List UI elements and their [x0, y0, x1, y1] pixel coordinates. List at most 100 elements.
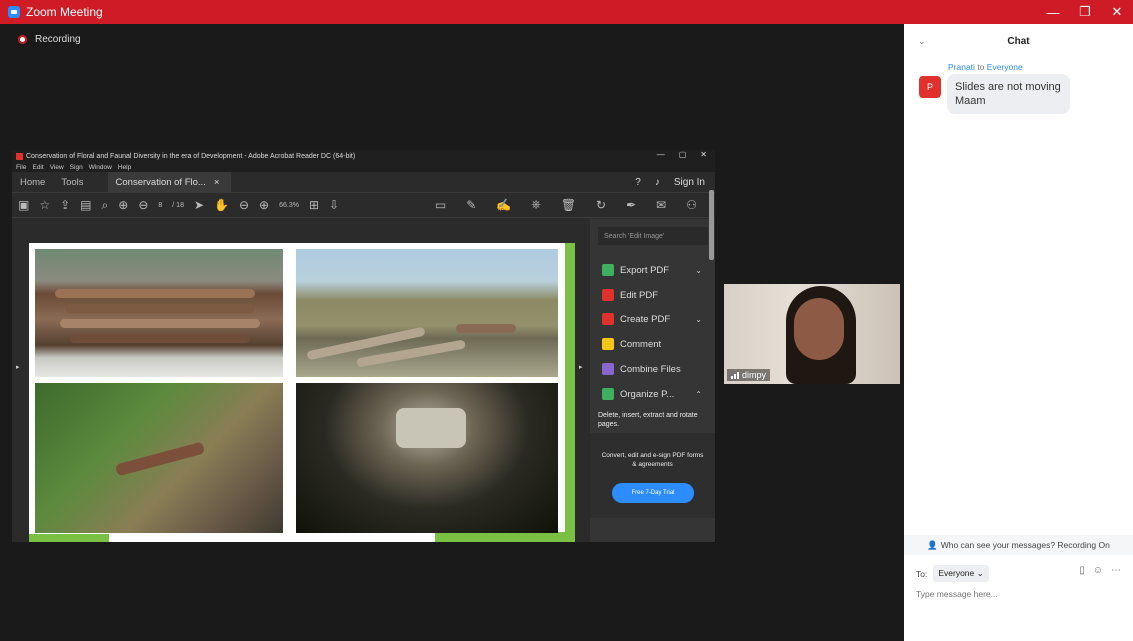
export-pdf-icon — [602, 264, 614, 276]
recipient-name: Everyone — [986, 62, 1023, 72]
plank — [55, 289, 255, 298]
tools-search-input[interactable]: Search 'Edit Image' — [598, 227, 708, 245]
hand-tool-icon[interactable]: ✋ — [214, 198, 229, 212]
menu-help[interactable]: Help — [118, 164, 131, 171]
window-controls: — ❐ ✕ — [1037, 0, 1133, 24]
acrobat-close-button[interactable]: ✕ — [700, 150, 707, 159]
participant-video-tile[interactable]: dimpy — [724, 284, 900, 384]
recipient-select[interactable]: Everyone ⌄ — [933, 565, 989, 582]
tool-edit-pdf[interactable]: Edit PDF — [602, 289, 702, 301]
plank — [65, 304, 255, 313]
tool-create-pdf[interactable]: Create PDF ⌄ — [602, 313, 702, 325]
meeting-area: Recording Conservation of Floral and Fau… — [0, 24, 904, 641]
file-icon[interactable]: ▯ — [1079, 565, 1085, 576]
mail-icon[interactable]: ✉ — [656, 197, 666, 212]
tool-comment[interactable]: Comment — [602, 338, 702, 350]
notification-bell-icon[interactable]: ♪ — [655, 177, 660, 188]
left-panel-expand-icon[interactable]: ▸ — [16, 363, 20, 371]
close-button[interactable]: ✕ — [1101, 0, 1133, 24]
zoom-out-icon[interactable]: ⊖ — [239, 198, 249, 212]
menu-file[interactable]: File — [16, 164, 26, 171]
stamp-icon[interactable]: ⎈ — [531, 197, 541, 212]
chat-message-input[interactable] — [916, 585, 1121, 603]
print-icon[interactable]: ▤ — [80, 198, 91, 212]
save-icon[interactable]: ▣ — [18, 198, 29, 212]
acrobat-titlebar: Conservation of Floral and Faunal Divers… — [12, 150, 715, 162]
tool-organize-pages[interactable]: Organize P... ⌃ — [602, 388, 702, 400]
menu-window[interactable]: Window — [89, 164, 112, 171]
organize-description: Delete, insert, extract and rotate pages… — [598, 412, 698, 428]
record-icon — [18, 35, 27, 44]
tool-label: Comment — [620, 338, 662, 350]
help-icon[interactable]: ? — [635, 177, 641, 188]
sign-in-button[interactable]: Sign In — [674, 177, 705, 188]
promo-text: Convert, edit and e-sign PDF forms & agr… — [601, 452, 704, 468]
chevron-up-icon[interactable]: ⌃ — [695, 390, 702, 399]
comment-icon[interactable]: ▭ — [435, 197, 446, 212]
shared-screen-acrobat: Conservation of Floral and Faunal Divers… — [12, 150, 715, 542]
tool-export-pdf[interactable]: Export PDF ⌄ — [602, 264, 702, 276]
bookmark-star-icon[interactable]: ☆ — [39, 198, 50, 212]
menu-sign[interactable]: Sign — [70, 164, 83, 171]
chevron-down-icon[interactable]: ⌄ — [695, 266, 702, 275]
delete-icon[interactable]: 🗑 — [561, 197, 576, 212]
menu-edit[interactable]: Edit — [32, 164, 43, 171]
chevron-down-icon[interactable]: ⌄ — [695, 315, 702, 324]
free-trial-button[interactable]: Free 7-Day Trial — [612, 483, 694, 503]
more-icon[interactable]: ⋯ — [1111, 565, 1121, 576]
zoom-level-select[interactable]: 66.3% — [279, 202, 299, 209]
pdf-page — [29, 243, 575, 542]
page-up-icon[interactable]: ⊕ — [118, 198, 128, 212]
share-icon[interactable]: ⚇ — [686, 197, 697, 212]
acrobat-minimize-button[interactable]: — — [657, 150, 665, 159]
recording-indicator[interactable]: Recording — [18, 34, 81, 45]
minimize-button[interactable]: — — [1037, 0, 1069, 24]
scroll-mode-icon[interactable]: ⇩ — [329, 198, 339, 212]
fit-page-icon[interactable]: ⊞ — [309, 198, 319, 212]
page-number-input[interactable]: 8 — [158, 202, 162, 209]
tool-label: Export PDF — [620, 264, 670, 276]
log — [456, 324, 516, 333]
tab-document[interactable]: Conservation of Flo... × — [107, 172, 232, 192]
acrobat-window-controls: — ▢ ✕ — [657, 150, 707, 159]
comment-tool-icon — [602, 338, 614, 350]
tab-tools[interactable]: Tools — [53, 172, 91, 192]
emoji-icon[interactable]: ☺ — [1093, 565, 1103, 576]
log-pile — [396, 408, 466, 448]
tab-home[interactable]: Home — [12, 172, 53, 192]
highlight-pen-icon[interactable]: ✎ — [466, 197, 476, 212]
acrobat-toolbar: ▣ ☆ ⇪ ▤ ⌕ ⊕ ⊖ 8 / 18 ➤ ✋ ⊖ ⊕ 66.3% ⊞ ⇩ ▭… — [12, 192, 715, 218]
sign-icon[interactable]: ✍ — [496, 197, 511, 212]
chat-recipient-row: To: Everyone ⌄ — [916, 565, 989, 582]
participant-name: dimpy — [742, 370, 767, 380]
people-icon: 👤 — [927, 539, 938, 550]
avatar: P — [919, 76, 941, 98]
signal-bars-icon — [731, 371, 739, 379]
tool-label: Edit PDF — [620, 289, 659, 301]
search-icon[interactable]: ⌕ — [102, 198, 109, 213]
chevron-down-icon[interactable]: ⌄ — [918, 36, 926, 47]
upload-cloud-icon[interactable]: ⇪ — [60, 198, 70, 212]
chat-visibility-notice[interactable]: 👤 Who can see your messages? Recording O… — [904, 535, 1133, 555]
acrobat-tabs: Home Tools Conservation of Flo... × ? ♪ … — [12, 172, 715, 192]
tab-close-icon[interactable]: × — [214, 177, 220, 188]
menu-view[interactable]: View — [50, 164, 64, 171]
page-down-icon[interactable]: ⊖ — [138, 198, 148, 212]
restore-button[interactable]: ❐ — [1069, 0, 1101, 24]
visibility-text: Who can see your messages? Recording On — [940, 540, 1110, 550]
select-cursor-icon[interactable]: ➤ — [194, 198, 204, 212]
plank — [70, 334, 250, 343]
create-pdf-icon — [602, 313, 614, 325]
chat-message: Slides are not moving Maam — [947, 74, 1070, 114]
scrollbar[interactable] — [709, 190, 714, 260]
chat-header: ⌄ Chat — [904, 24, 1133, 58]
acrobat-maximize-button[interactable]: ▢ — [679, 150, 687, 159]
tool-combine-files[interactable]: Combine Files — [602, 363, 702, 375]
message-sender-line: Pranati to Everyone — [948, 62, 1023, 72]
rotate-icon[interactable]: ↻ — [596, 197, 606, 212]
pdf-icon — [16, 152, 23, 160]
zoom-in-icon[interactable]: ⊕ — [259, 198, 269, 212]
right-panel-collapse-icon[interactable]: ▸ — [579, 363, 583, 371]
zoom-titlebar: Zoom Meeting — ❐ ✕ — [0, 0, 1133, 24]
fill-sign-icon[interactable]: ✒ — [626, 197, 636, 212]
